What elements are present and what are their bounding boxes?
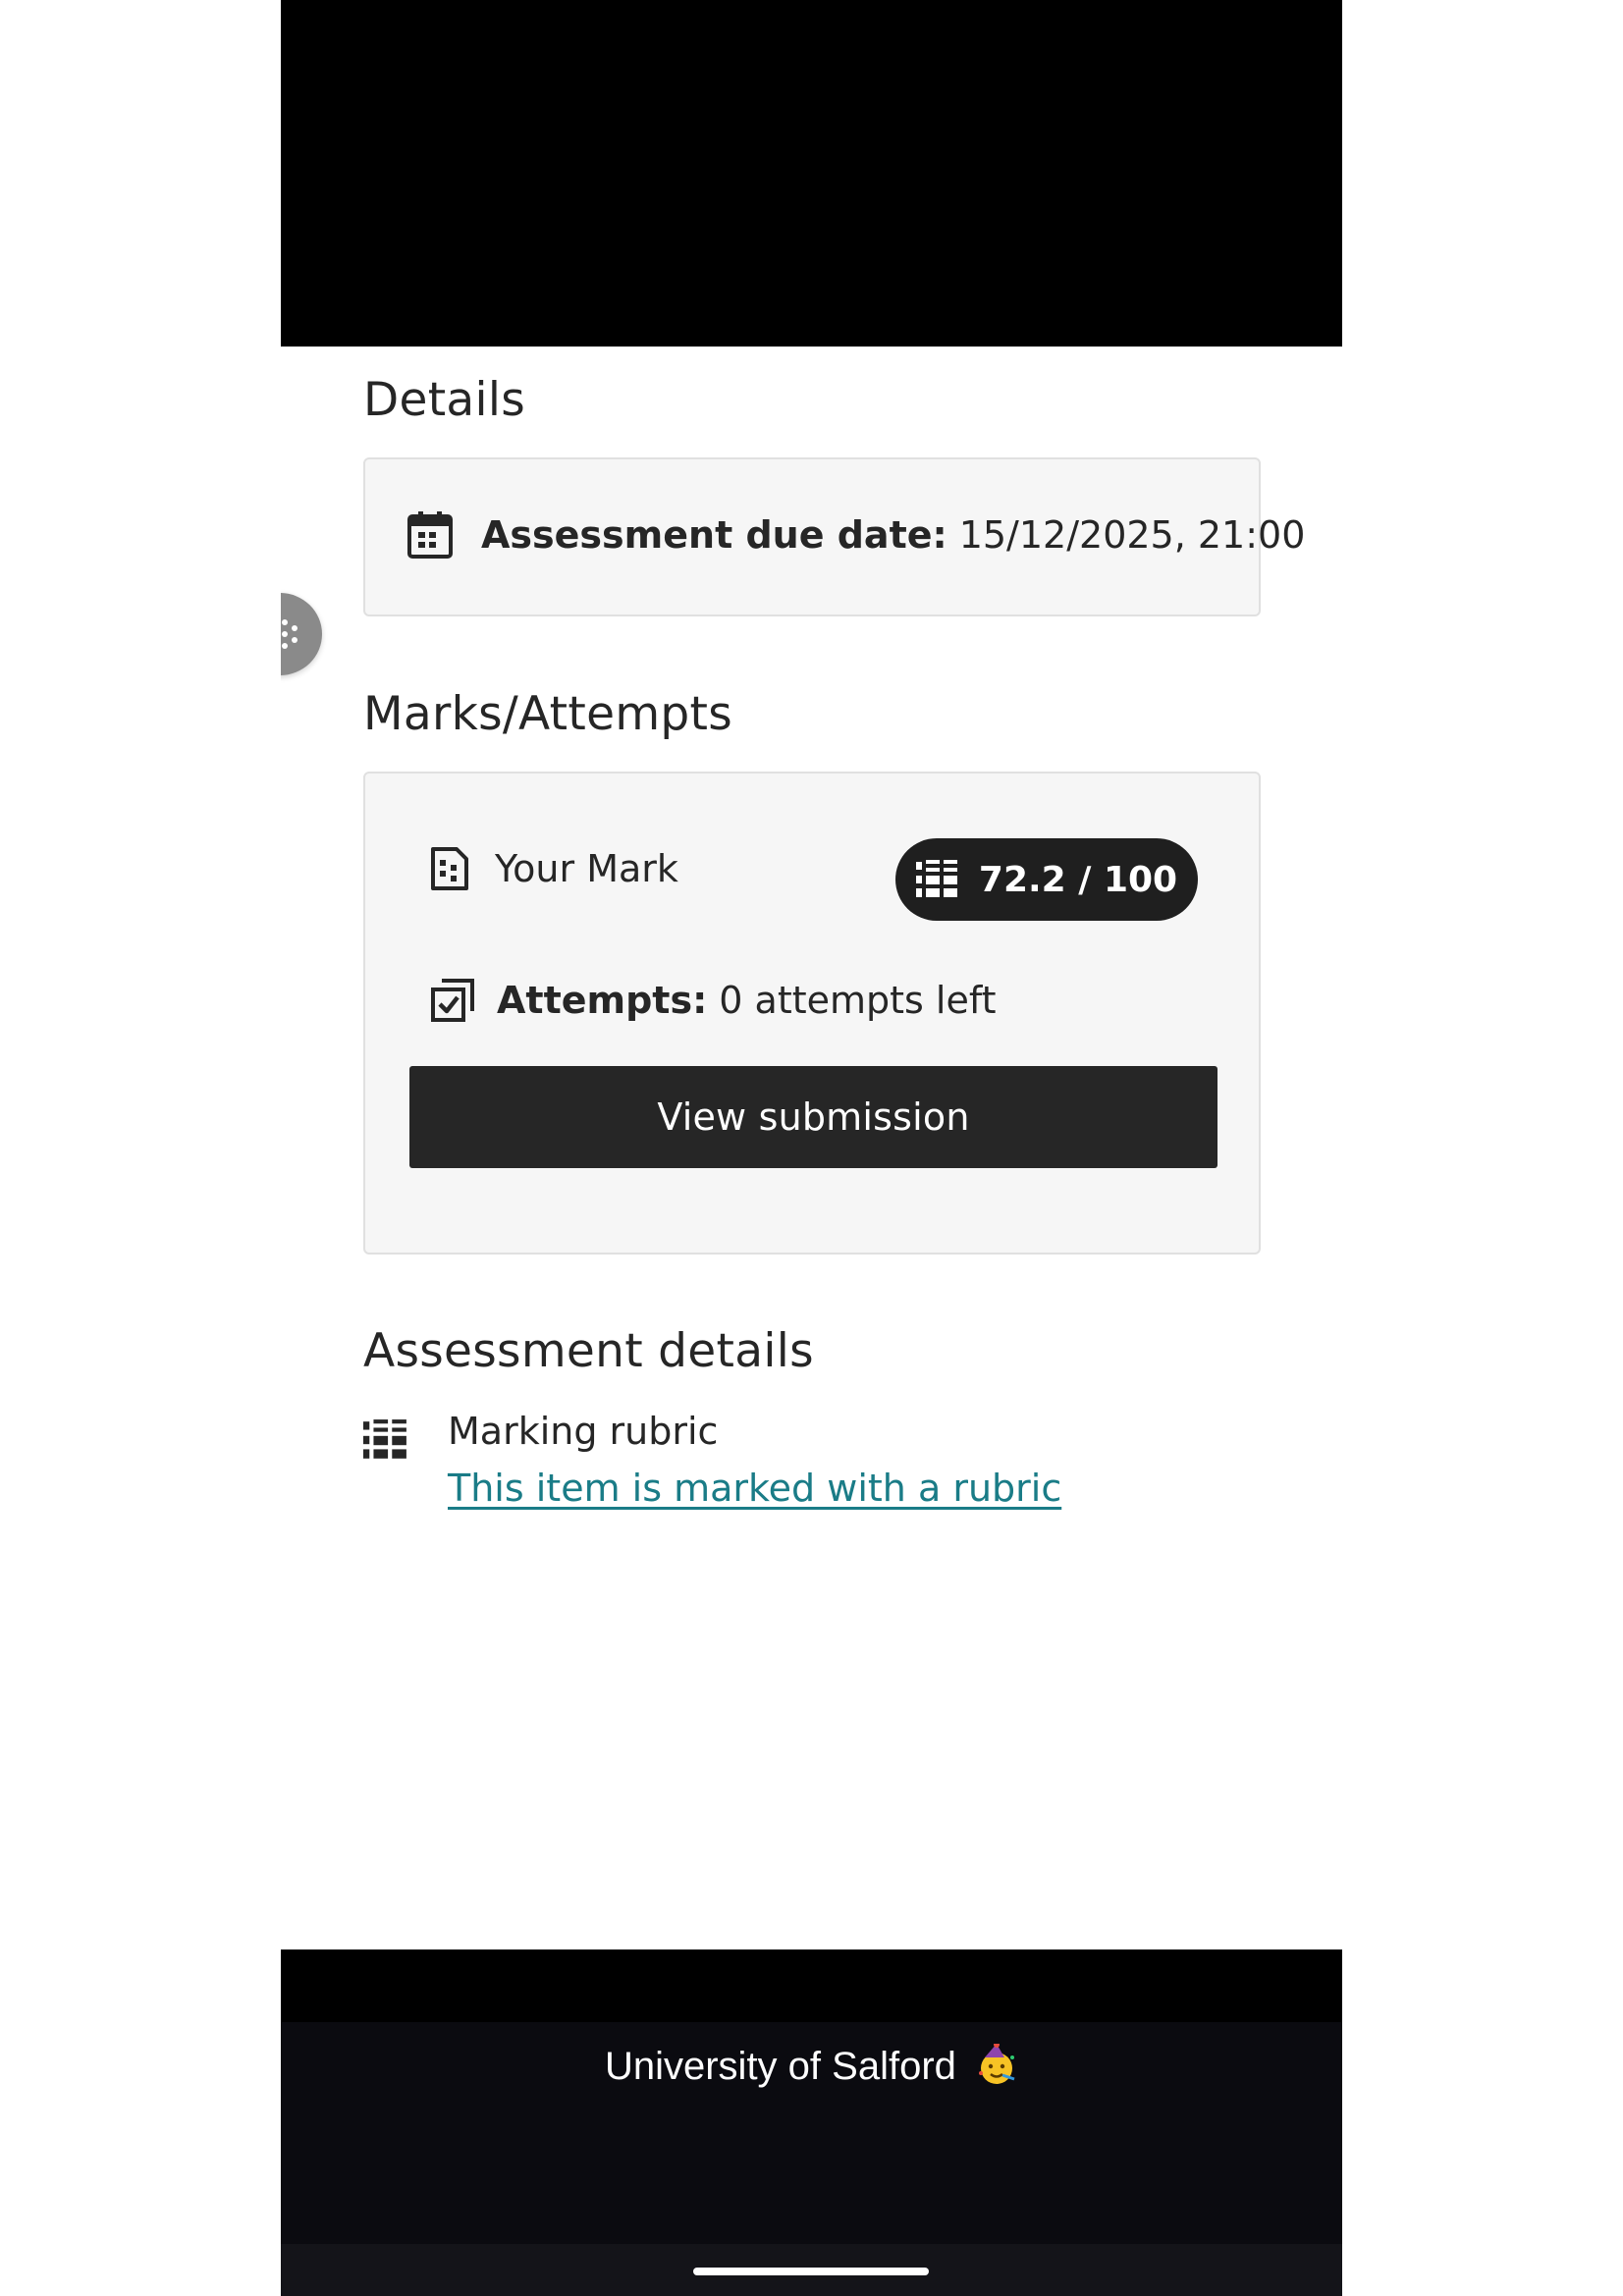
mark-pill: 72.2 / 100 — [895, 838, 1198, 921]
attempts-value: 0 attempts left — [719, 979, 997, 1022]
footer: University of Salford — [281, 2022, 1342, 2244]
attempts-label: Attempts: — [497, 979, 708, 1022]
rubric-grid-icon — [363, 1419, 406, 1459]
details-heading: Details — [363, 373, 526, 427]
view-submission-button[interactable]: View submission — [409, 1066, 1217, 1168]
app-screen: Details Assessment due date: 15/12/2025,… — [281, 0, 1342, 2296]
marks-attempts-heading: Marks/Attempts — [363, 687, 733, 741]
side-panel-handle[interactable] — [281, 593, 322, 675]
your-mark-row: Your Mark — [430, 846, 678, 891]
grade-document-icon — [431, 847, 468, 890]
party-face-emoji-icon — [979, 2044, 1015, 2084]
institution-name: University of Salford — [604, 2045, 956, 2088]
rubric-grid-icon — [915, 860, 957, 897]
marks-card: Your Mark 72.2 / 100 Attempts: 0 attempt… — [363, 772, 1261, 1255]
due-date-value: 15/12/2025, 21:00 — [958, 513, 1306, 557]
your-mark-label: Your Mark — [495, 847, 678, 890]
footer-black-strip — [281, 1949, 1342, 2022]
mark-value: 72.2 / 100 — [978, 859, 1178, 900]
marking-rubric-title: Marking rubric — [448, 1410, 719, 1453]
due-date-card: Assessment due date: 15/12/2025, 21:00 — [363, 457, 1305, 616]
navigation-bar — [281, 2244, 1342, 2296]
rubric-link[interactable]: This item is marked with a rubric — [448, 1467, 1061, 1510]
due-date-label: Assessment due date: — [481, 513, 947, 557]
due-date-row: Assessment due date: 15/12/2025, 21:00 — [406, 510, 1305, 560]
top-black-area — [281, 0, 1342, 347]
assessment-details-heading: Assessment details — [363, 1324, 814, 1378]
footer-caption: University of Salford — [281, 2044, 1342, 2089]
calendar-icon — [407, 511, 453, 559]
spinner-icon — [282, 619, 298, 649]
home-indicator[interactable] — [693, 2268, 929, 2275]
attempts-row: Attempts: 0 attempts left — [430, 978, 996, 1023]
attempts-checkbox-icon — [431, 979, 474, 1022]
